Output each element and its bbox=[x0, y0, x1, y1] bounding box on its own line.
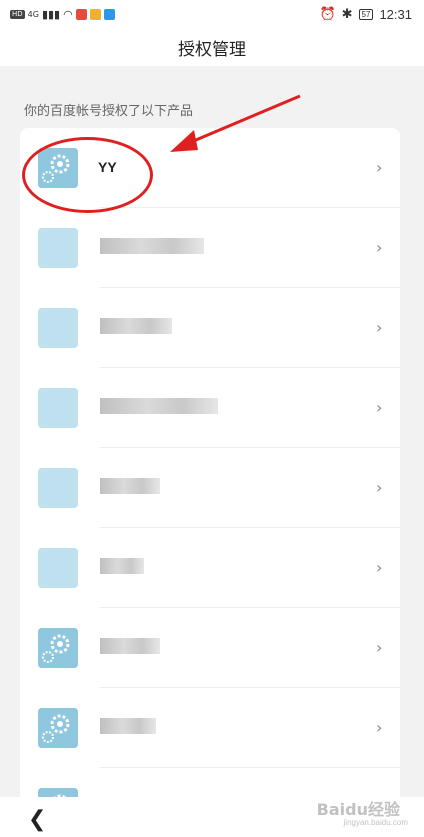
chevron-right-icon: › bbox=[376, 638, 383, 657]
chevron-right-icon: › bbox=[376, 478, 383, 497]
chevron-right-icon: › bbox=[376, 398, 383, 417]
watermark-logo: Baidu经验 bbox=[316, 800, 400, 819]
back-chevron-icon[interactable]: ❮ bbox=[28, 807, 46, 832]
notification-app-icon bbox=[75, 8, 87, 20]
blurred-app-icon bbox=[38, 468, 78, 508]
redacted-product-name bbox=[100, 238, 204, 254]
product-row[interactable]: › bbox=[20, 528, 400, 608]
wifi-icon: ◠ bbox=[63, 7, 73, 21]
notification-app-icon bbox=[89, 8, 101, 20]
chevron-right-icon: › bbox=[376, 318, 383, 337]
product-list: YY››››››››› bbox=[20, 128, 400, 808]
chevron-right-icon: › bbox=[376, 718, 383, 737]
redacted-product-name bbox=[100, 558, 144, 574]
bluetooth-icon: ✱ bbox=[341, 6, 353, 21]
product-row[interactable]: › bbox=[20, 208, 400, 288]
redacted-product-name bbox=[100, 318, 172, 334]
chevron-right-icon: › bbox=[376, 238, 383, 257]
chevron-right-icon: › bbox=[376, 158, 383, 177]
status-bar: HD 4G ▮▮▮ ◠ ⏰ ✱ 57 12:31 bbox=[0, 0, 424, 28]
nav-bar: 授权管理 bbox=[0, 28, 424, 66]
page-title: 授权管理 bbox=[178, 39, 246, 60]
product-row[interactable]: › bbox=[20, 608, 400, 688]
product-row[interactable]: › bbox=[20, 368, 400, 448]
redacted-product-name bbox=[100, 398, 218, 414]
signal-icon: ▮▮▮ bbox=[41, 7, 61, 21]
product-row[interactable]: › bbox=[20, 688, 400, 768]
alarm-icon: ⏰ bbox=[319, 6, 336, 21]
annotation-arrow bbox=[170, 94, 301, 152]
product-row[interactable]: › bbox=[20, 288, 400, 368]
status-right: ⏰ ✱ 57 12:31 bbox=[319, 6, 412, 22]
blurred-app-icon bbox=[38, 228, 78, 268]
battery-icon: 57 bbox=[358, 8, 374, 20]
blurred-app-icon bbox=[38, 548, 78, 588]
redacted-product-name bbox=[100, 478, 160, 494]
product-row[interactable]: › bbox=[20, 448, 400, 528]
gear-app-icon bbox=[38, 628, 78, 668]
watermark-url: jingyan.baidu.com bbox=[343, 818, 408, 827]
notification-app-icon bbox=[103, 8, 115, 20]
redacted-product-name bbox=[100, 638, 160, 654]
status-left: HD 4G ▮▮▮ ◠ bbox=[10, 8, 115, 21]
chevron-right-icon: › bbox=[376, 558, 383, 577]
clock: 12:31 bbox=[379, 6, 412, 22]
network-type: 4G bbox=[27, 9, 39, 19]
gear-app-icon bbox=[38, 708, 78, 748]
annotation-circle bbox=[22, 137, 153, 213]
hd-badge: HD bbox=[10, 9, 25, 19]
blurred-app-icon bbox=[38, 308, 78, 348]
blurred-app-icon bbox=[38, 388, 78, 428]
redacted-product-name bbox=[100, 718, 156, 734]
